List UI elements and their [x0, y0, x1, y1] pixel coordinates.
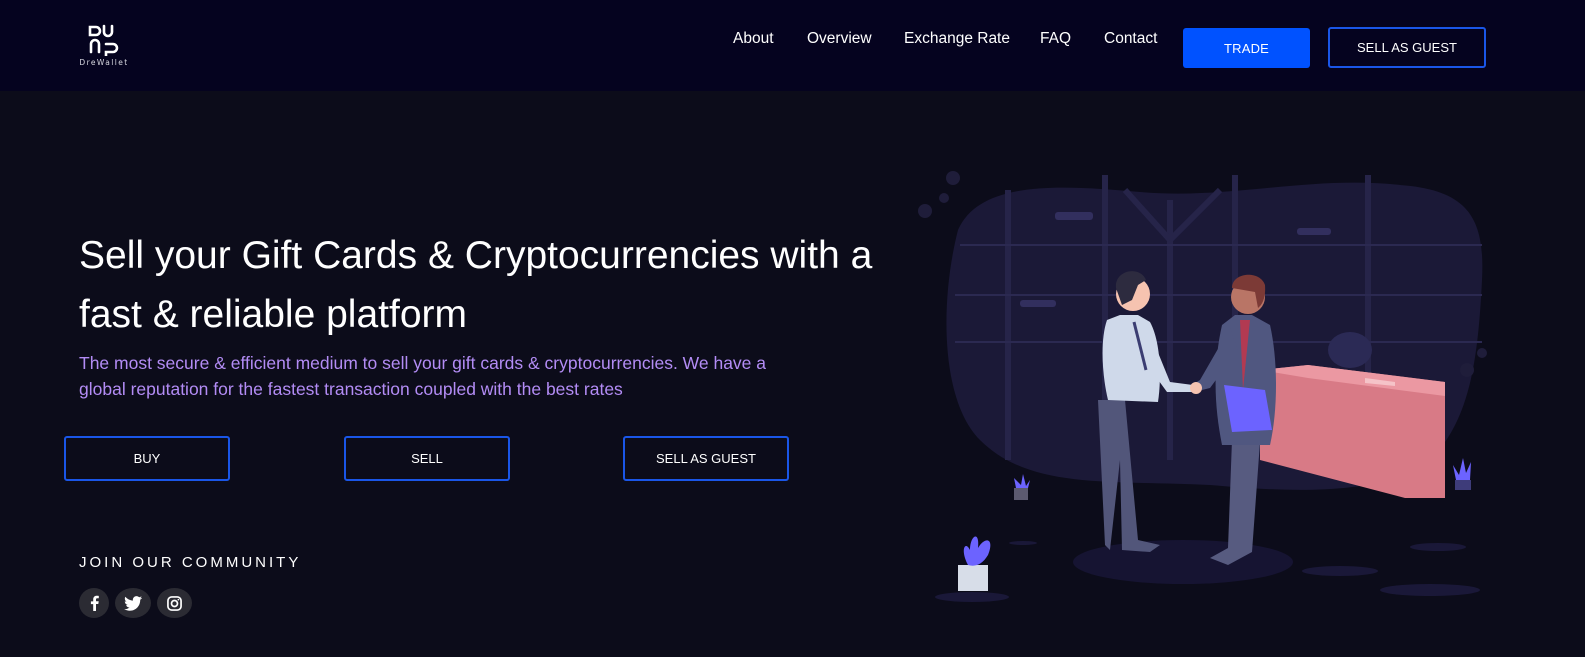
- community-label: JOIN OUR COMMUNITY: [79, 554, 302, 571]
- nav-overview[interactable]: Overview: [807, 30, 872, 48]
- facebook-icon[interactable]: [79, 588, 109, 618]
- logo-mark-icon: [88, 24, 119, 56]
- handshake-illustration: [918, 171, 1487, 602]
- sell-button[interactable]: SELL: [344, 436, 510, 481]
- instagram-glyph-icon: [167, 595, 182, 611]
- buy-button[interactable]: BUY: [64, 436, 230, 481]
- logo-text: DreWallet: [79, 58, 129, 67]
- nav-exchange-rate[interactable]: Exchange Rate: [904, 30, 1010, 48]
- hero-title: Sell your Gift Cards & Cryptocurrencies …: [79, 234, 873, 336]
- nav-about[interactable]: About: [733, 30, 774, 48]
- twitter-icon[interactable]: [115, 588, 151, 618]
- nav-contact[interactable]: Contact: [1104, 30, 1157, 48]
- nav-faq[interactable]: FAQ: [1040, 30, 1071, 48]
- hero-subtitle: The most secure & efficient medium to se…: [79, 353, 767, 399]
- trade-button[interactable]: TRADE: [1183, 28, 1310, 68]
- twitter-glyph-icon: [124, 595, 142, 611]
- drewallet-logo[interactable]: DreWallet: [78, 20, 130, 70]
- hero-sell-as-guest-button[interactable]: SELL AS GUEST: [623, 436, 789, 481]
- top-navbar: DreWallet About Overview Exchange Rate F…: [0, 0, 1585, 91]
- instagram-icon[interactable]: [157, 588, 192, 618]
- header-sell-as-guest-button[interactable]: SELL AS GUEST: [1328, 27, 1486, 68]
- facebook-glyph-icon: [90, 595, 99, 611]
